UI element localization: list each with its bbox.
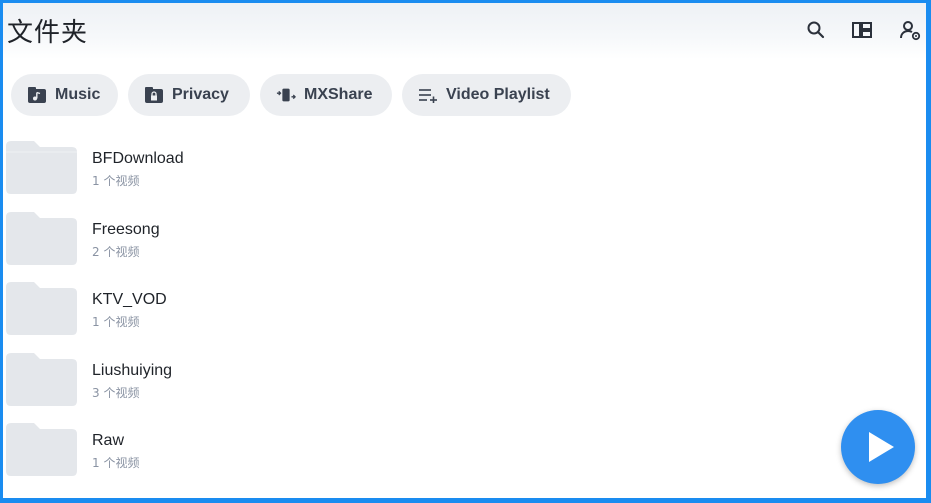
playlist-add-icon bbox=[418, 85, 438, 105]
folder-name: KTV_VOD bbox=[92, 291, 167, 308]
video-count: 1 个视频 bbox=[92, 315, 140, 329]
search-icon[interactable] bbox=[804, 18, 828, 42]
folder-name: Liushuiying bbox=[92, 362, 173, 379]
folder-icon bbox=[6, 282, 77, 335]
list-item[interactable]: Liushuiying 3 个视频 bbox=[3, 353, 926, 413]
folder-name: Freesong bbox=[92, 221, 160, 238]
chip-label: Video Playlist bbox=[446, 86, 550, 103]
list-item[interactable]: Freesong 2 个视频 bbox=[3, 212, 926, 272]
folder-icon bbox=[6, 353, 77, 406]
video-count: 2 个视频 bbox=[92, 245, 140, 259]
list-item[interactable]: Raw 1 个视频 bbox=[3, 423, 926, 483]
play-fab-button[interactable] bbox=[841, 410, 915, 484]
folder-icon bbox=[6, 212, 77, 265]
list-item[interactable]: KTV_VOD 1 个视频 bbox=[3, 282, 926, 342]
folder-icon bbox=[6, 423, 77, 476]
folder-icon bbox=[6, 141, 77, 194]
chip-mxshare[interactable]: MXShare bbox=[260, 74, 392, 116]
video-count: 1 个视频 bbox=[92, 456, 140, 470]
folder-name: BFDownload bbox=[92, 150, 184, 167]
chip-music[interactable]: Music bbox=[11, 74, 118, 116]
page-title: 文件夹 bbox=[7, 18, 89, 48]
video-count: 3 个视频 bbox=[92, 386, 140, 400]
chip-label: MXShare bbox=[304, 86, 373, 103]
chip-label: Music bbox=[55, 86, 101, 103]
share-transfer-icon bbox=[276, 85, 296, 105]
app-window: 文件夹 Music Privacy MXShare Video Playlist… bbox=[3, 3, 926, 498]
account-settings-icon[interactable] bbox=[898, 18, 922, 42]
list-item[interactable]: BFDownload 1 个视频 bbox=[3, 141, 926, 201]
music-folder-icon bbox=[27, 85, 47, 105]
folder-name: Raw bbox=[92, 432, 125, 449]
play-icon bbox=[869, 432, 894, 462]
lock-folder-icon bbox=[144, 85, 164, 105]
layout-icon[interactable] bbox=[850, 18, 874, 42]
top-app-bar: 文件夹 bbox=[3, 3, 926, 59]
chip-video-playlist[interactable]: Video Playlist bbox=[402, 74, 571, 116]
chip-privacy[interactable]: Privacy bbox=[128, 74, 250, 116]
video-count: 1 个视频 bbox=[92, 174, 140, 188]
chip-label: Privacy bbox=[172, 86, 229, 103]
